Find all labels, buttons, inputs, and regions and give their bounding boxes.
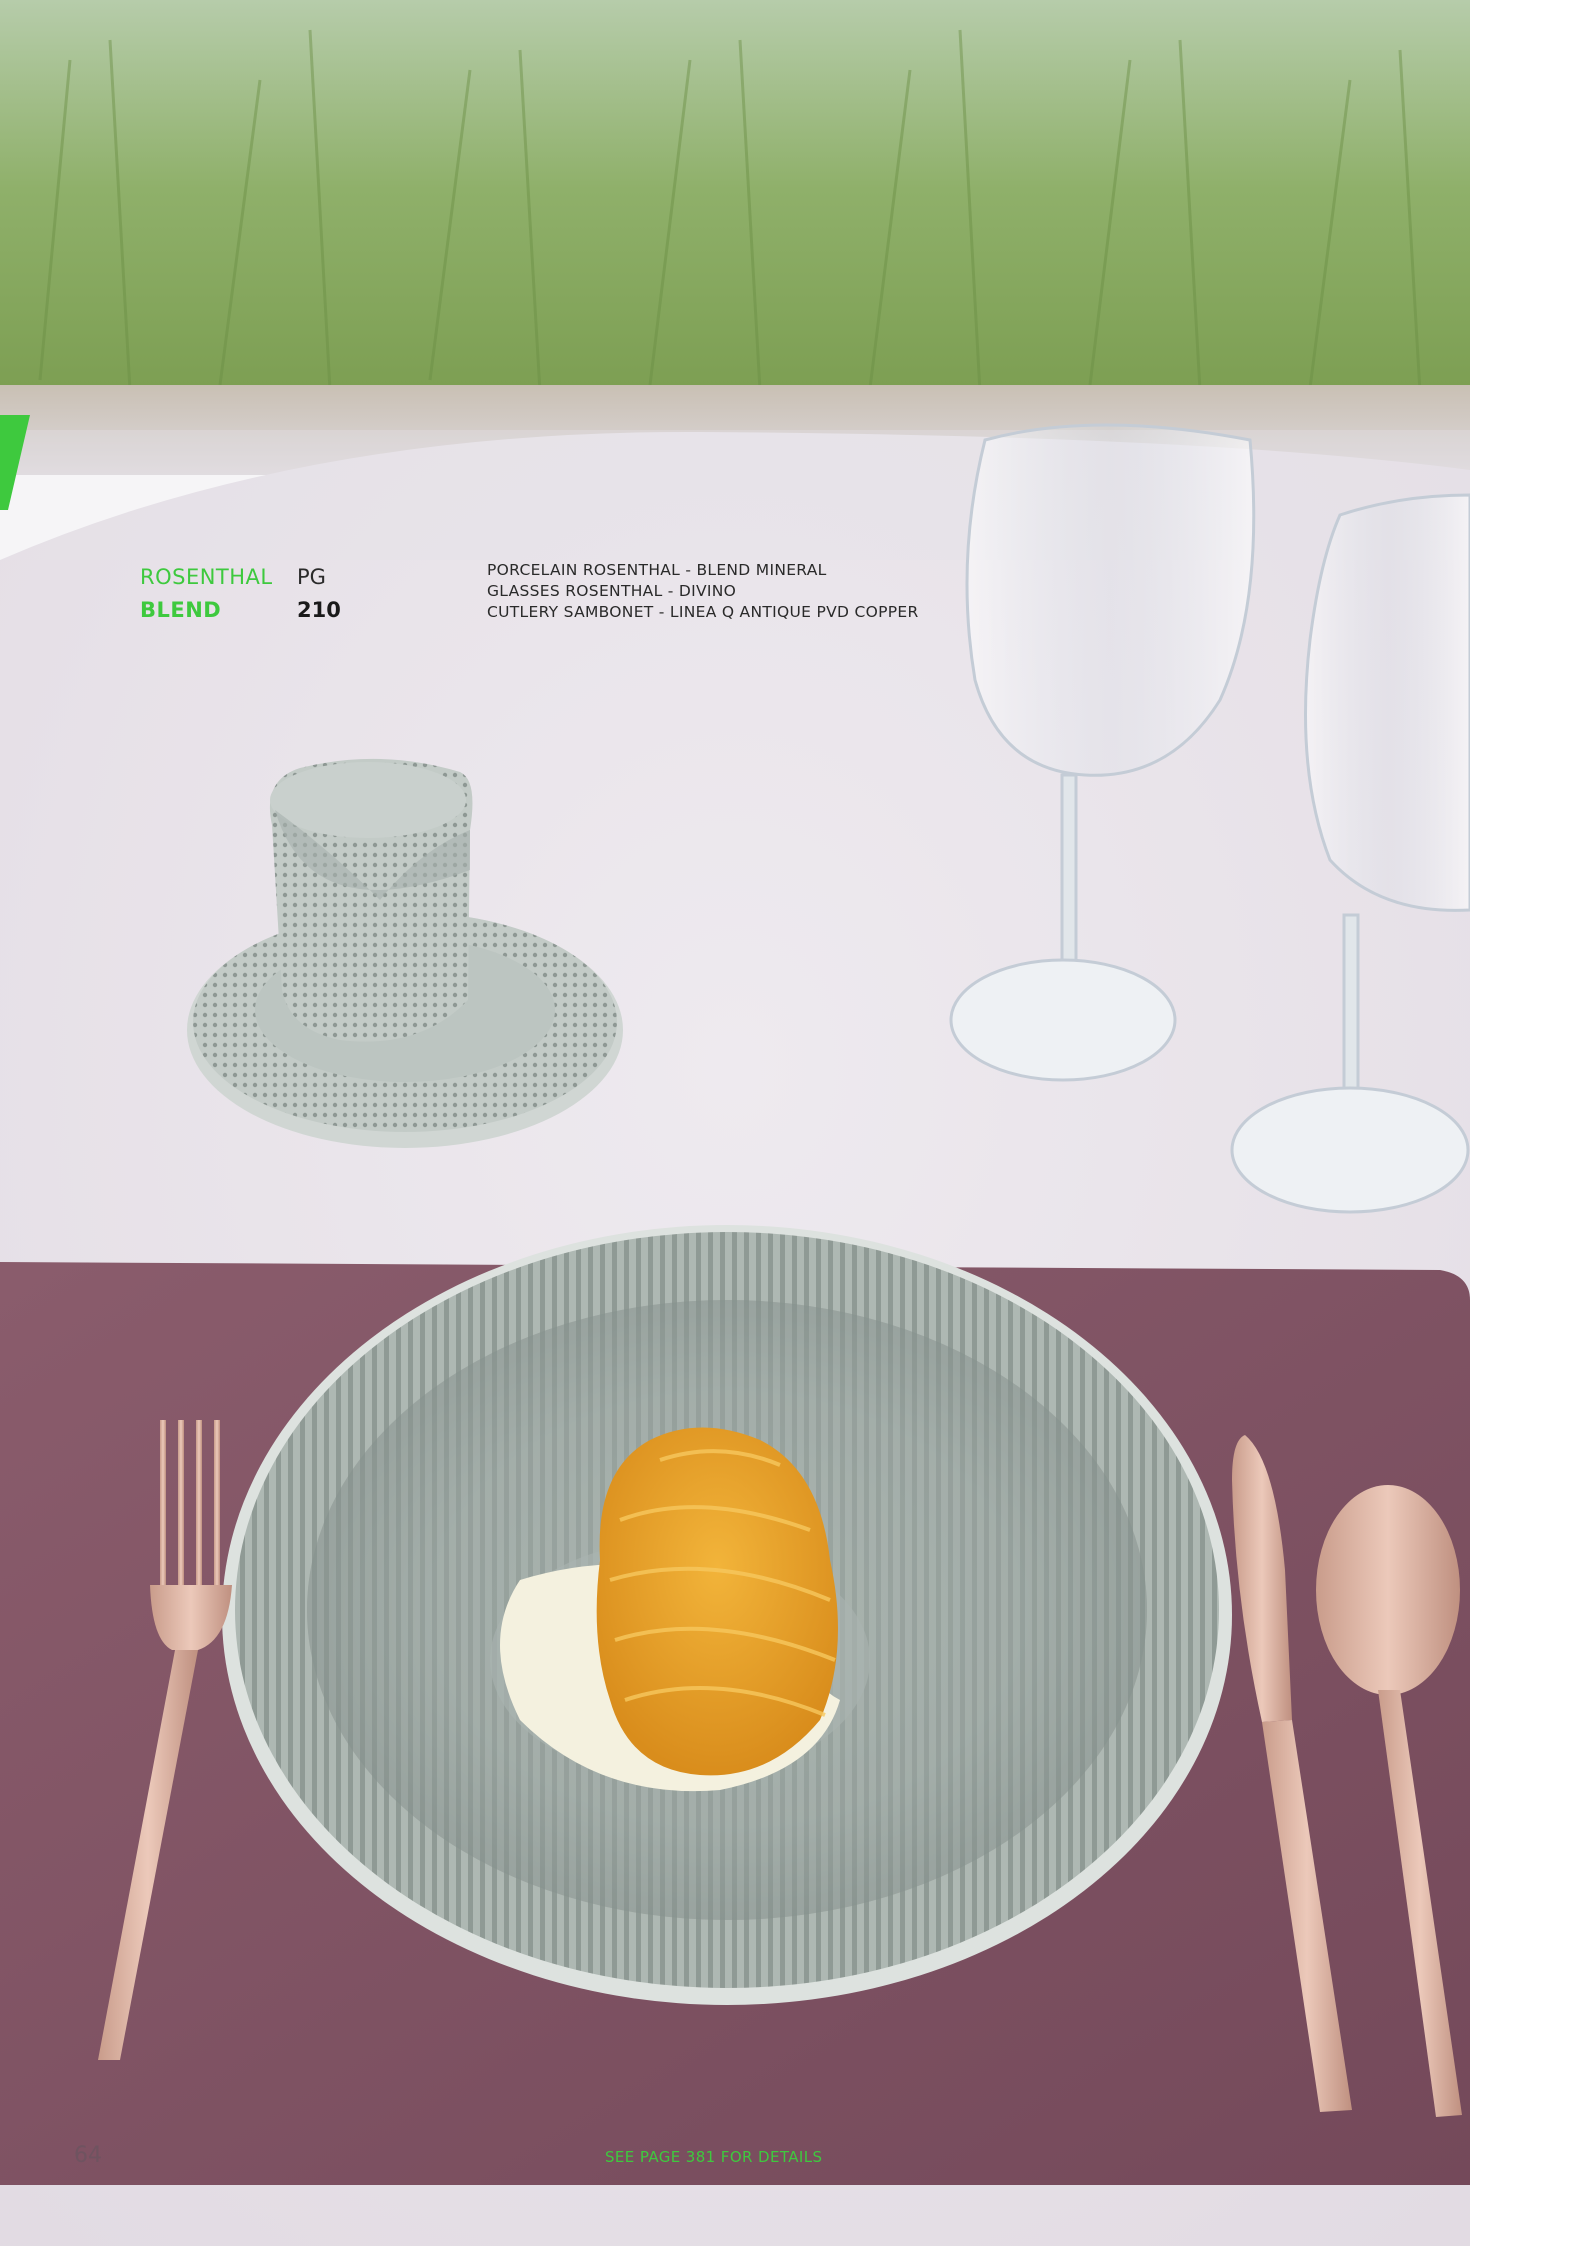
collection-name: BLEND <box>140 598 222 622</box>
page-ref-label: PG <box>297 565 326 589</box>
spec-porcelain: PORCELAIN ROSENTHAL - BLEND MINERAL <box>487 561 827 579</box>
spec-glasses: GLASSES ROSENTHAL - DIVINO <box>487 582 737 600</box>
brand-name: ROSENTHAL <box>140 565 273 589</box>
spec-cutlery: CUTLERY SAMBONET - LINEA Q ANTIQUE PVD C… <box>487 603 919 621</box>
table-setting-photo <box>0 0 1470 2246</box>
greenery-background <box>0 0 1470 420</box>
page-number: 64 <box>74 2143 102 2168</box>
page-ref-number: 210 <box>297 598 341 622</box>
details-note: SEE PAGE 381 FOR DETAILS <box>605 2148 823 2166</box>
pasta-nest <box>596 1427 838 1776</box>
